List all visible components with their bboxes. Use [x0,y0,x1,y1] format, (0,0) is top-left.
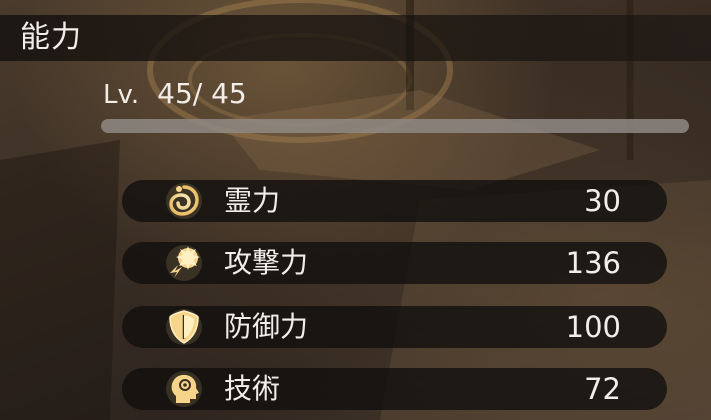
stat-label: 霊力 [224,184,281,217]
attack-burst-icon [164,243,204,283]
stat-row-attack: 攻撃力 136 [122,242,667,284]
stat-row-spirit: 霊力 30 [122,180,667,222]
level-display: Lv. 45/ 45 [103,76,247,113]
stat-value: 30 [584,184,621,218]
level-progress-fill [101,119,689,133]
head-technique-icon [164,369,204,409]
stat-value: 136 [565,246,621,280]
stat-value: 72 [584,372,621,406]
stat-row-technique: 技術 72 [122,368,667,410]
stat-label: 技術 [224,372,281,405]
level-label: Lv. [103,80,140,110]
stat-value: 100 [565,310,621,344]
spirit-swirl-icon [164,181,204,221]
stat-label: 防御力 [224,310,309,343]
level-progress-bar [101,119,689,133]
header-bar [0,15,711,61]
stat-label: 攻撃力 [224,246,309,279]
section-title: 能力 [20,20,82,55]
status-panel: 能力 Lv. 45/ 45 霊力 30 攻撃力 136 防御力 100 技術 7… [0,0,711,420]
shield-icon [164,307,204,347]
level-value: 45/ 45 [157,77,247,110]
stat-row-defense: 防御力 100 [122,306,667,348]
